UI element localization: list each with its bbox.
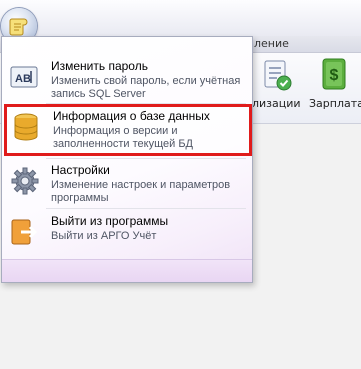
menu-item-exit[interactable]: Выйти из программы Выйти из АРГО Учёт	[5, 212, 249, 256]
scroll-icon	[9, 18, 28, 36]
menu-item-change-password[interactable]: AB Изменить пароль Изменить свой пароль,…	[5, 57, 249, 101]
title-bar	[0, 0, 361, 36]
menu-item-title: Изменить пароль	[51, 59, 148, 73]
menu-item-settings[interactable]: Настройки Изменение настроек и параметро…	[5, 161, 249, 205]
menu-item-database-info[interactable]: Информация о базе данных Информация о ве…	[4, 104, 252, 156]
application-menu: AB Изменить пароль Изменить свой пароль,…	[1, 36, 253, 283]
settings-gear-icon	[11, 167, 39, 195]
menu-item-title: Настройки	[51, 163, 110, 177]
ribbon-button-realization[interactable]: лизации	[252, 53, 304, 123]
menu-footer	[2, 259, 252, 282]
svg-text:$: $	[330, 67, 339, 84]
menu-item-description: Изменить свой пароль, если учётная запис…	[51, 75, 241, 100]
change-password-icon: AB	[10, 66, 38, 88]
checklist-icon	[264, 60, 292, 91]
exit-icon	[11, 219, 38, 245]
menu-item-description: Выйти из АРГО Учёт	[51, 230, 157, 242]
svg-text:AB: AB	[15, 73, 31, 85]
menu-separator	[46, 158, 246, 159]
ribbon-button-salary[interactable]: $ Зарплата	[305, 53, 361, 123]
menu-separator	[46, 103, 246, 104]
ribbon-tab-label[interactable]: ление	[254, 37, 289, 50]
menu-item-description: Информация о версии и заполненности теку…	[53, 125, 193, 150]
menu-item-title: Информация о базе данных	[53, 109, 210, 123]
ribbon-button-label: лизации	[252, 97, 301, 110]
menu-item-title: Выйти из программы	[51, 214, 169, 228]
menu-item-description: Изменение настроек и параметров программ…	[51, 179, 231, 204]
money-icon: $	[322, 58, 346, 90]
menu-separator	[46, 208, 246, 209]
ribbon-button-label: Зарплата	[309, 97, 361, 110]
database-icon	[14, 113, 38, 141]
